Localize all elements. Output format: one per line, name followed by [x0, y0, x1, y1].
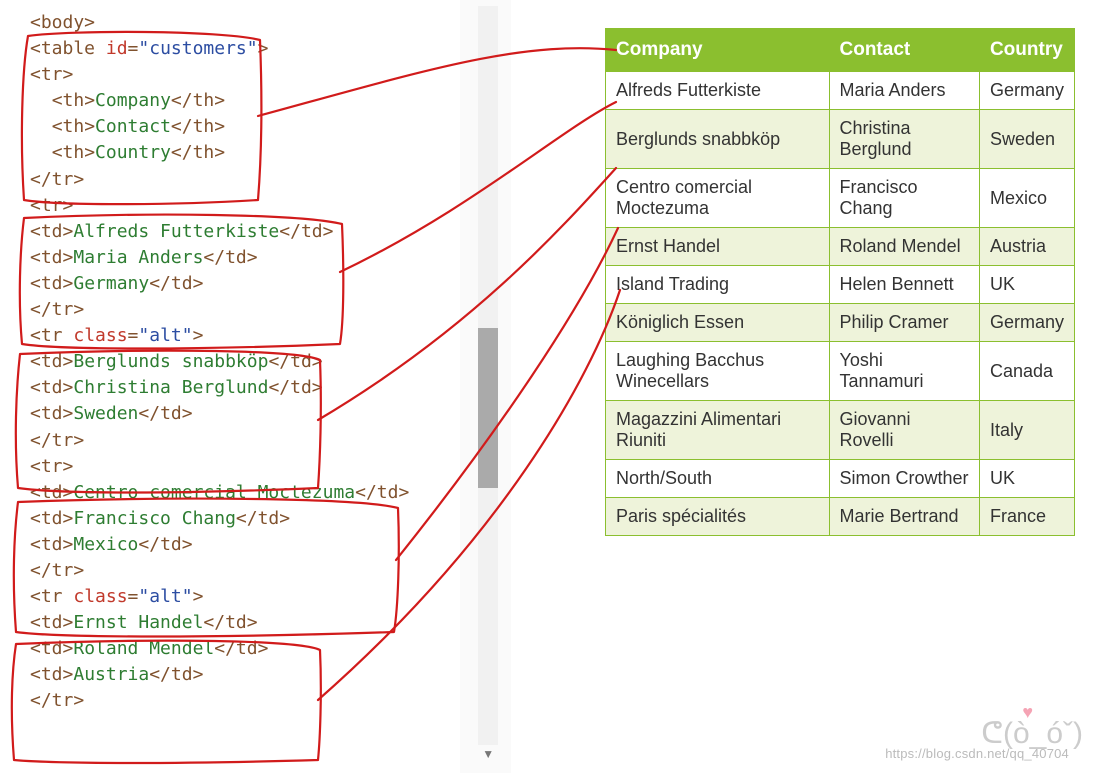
table-cell: Centro comercial Moctezuma [606, 169, 830, 228]
col-country: Country [979, 29, 1074, 72]
table-row: Paris spécialitésMarie BertrandFrance [606, 498, 1075, 536]
table-row: Laughing Bacchus WinecellarsYoshi Tannam… [606, 342, 1075, 401]
table-row: Centro comercial MoctezumaFrancisco Chan… [606, 169, 1075, 228]
table-cell: Maria Anders [829, 72, 979, 110]
table-row: Alfreds FutterkisteMaria AndersGermany [606, 72, 1075, 110]
table-cell: Marie Bertrand [829, 498, 979, 536]
table-cell: Paris spécialités [606, 498, 830, 536]
table-cell: Giovanni Rovelli [829, 401, 979, 460]
table-cell: Ernst Handel [606, 228, 830, 266]
table-row: Königlich EssenPhilip CramerGermany [606, 304, 1075, 342]
scroll-down-arrow-icon[interactable]: ▼ [480, 747, 496, 757]
render-panel: Company Contact Country Alfreds Futterki… [511, 0, 1093, 773]
table-cell: Philip Cramer [829, 304, 979, 342]
table-cell: Francisco Chang [829, 169, 979, 228]
table-cell: Magazzini Alimentari Riuniti [606, 401, 830, 460]
table-cell: Simon Crowther [829, 460, 979, 498]
table-cell: Helen Bennett [829, 266, 979, 304]
table-cell: Yoshi Tannamuri [829, 342, 979, 401]
col-company: Company [606, 29, 830, 72]
watermark-text: https://blog.csdn.net/qq_40704 [885, 746, 1069, 761]
table-cell: Berglunds snabbköp [606, 110, 830, 169]
table-cell: Christina Berglund [829, 110, 979, 169]
table-cell: UK [979, 266, 1074, 304]
table-cell: Mexico [979, 169, 1074, 228]
code-panel: <body> <table id="customers"> <tr> <th>C… [0, 0, 460, 773]
table-cell: Austria [979, 228, 1074, 266]
table-row: Island TradingHelen BennettUK [606, 266, 1075, 304]
table-cell: Island Trading [606, 266, 830, 304]
table-row: Magazzini Alimentari RiunitiGiovanni Rov… [606, 401, 1075, 460]
table-cell: Sweden [979, 110, 1074, 169]
table-cell: Germany [979, 72, 1074, 110]
table-cell: Roland Mendel [829, 228, 979, 266]
table-cell: Laughing Bacchus Winecellars [606, 342, 830, 401]
table-row: Ernst HandelRoland MendelAustria [606, 228, 1075, 266]
table-header-row: Company Contact Country [606, 29, 1075, 72]
customers-table: Company Contact Country Alfreds Futterki… [605, 28, 1075, 536]
table-cell: Canada [979, 342, 1074, 401]
table-row: Berglunds snabbköpChristina BerglundSwed… [606, 110, 1075, 169]
col-contact: Contact [829, 29, 979, 72]
table-row: North/SouthSimon CrowtherUK [606, 460, 1075, 498]
table-cell: Alfreds Futterkiste [606, 72, 830, 110]
table-cell: France [979, 498, 1074, 536]
table-cell: UK [979, 460, 1074, 498]
table-cell: North/South [606, 460, 830, 498]
table-cell: Italy [979, 401, 1074, 460]
table-cell: Germany [979, 304, 1074, 342]
vertical-scrollbar-area: ▲ ▼ [460, 0, 511, 773]
scroll-thumb[interactable] [478, 328, 498, 488]
heart-decoration-icon: ♥ [1022, 702, 1033, 723]
table-cell: Königlich Essen [606, 304, 830, 342]
